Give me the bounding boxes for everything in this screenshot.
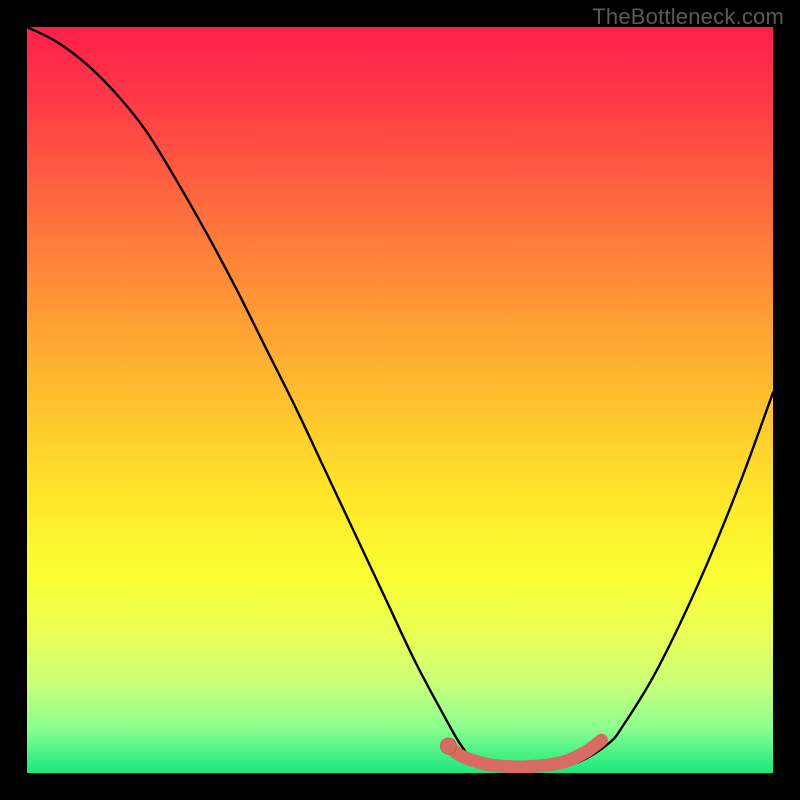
plot-area <box>27 27 773 773</box>
chart-stage: TheBottleneck.com <box>0 0 800 800</box>
optimal-range-marker <box>440 738 601 767</box>
optimal-range-line <box>448 740 601 767</box>
bottleneck-curve <box>27 27 773 769</box>
chart-svg <box>27 27 773 773</box>
optimal-start-dot <box>440 738 456 754</box>
